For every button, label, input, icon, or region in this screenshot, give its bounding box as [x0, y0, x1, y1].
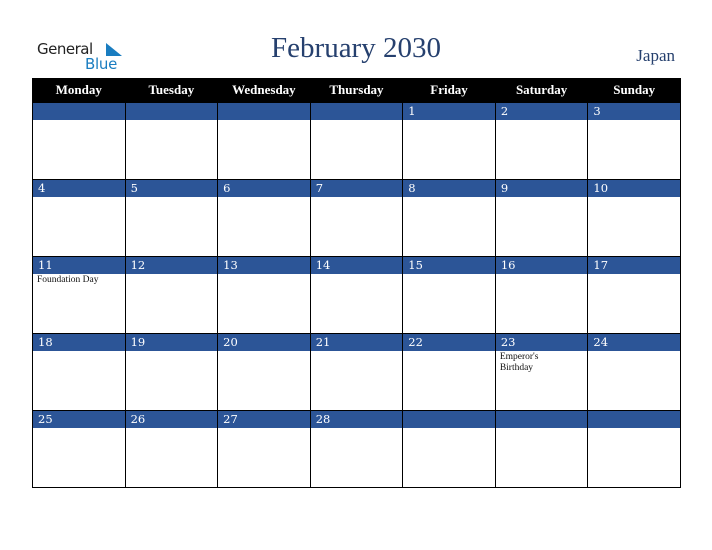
- day-cell[interactable]: 20: [217, 333, 311, 411]
- day-number: 12: [125, 257, 218, 274]
- day-cell[interactable]: 16: [494, 256, 589, 334]
- day-cell[interactable]: 11 Foundation Day: [32, 256, 126, 334]
- day-cell[interactable]: 8: [402, 179, 496, 257]
- day-cell[interactable]: 24: [587, 333, 681, 411]
- week-row: 18 19 20 21 22 23 Emperor's Birthday 24: [32, 333, 681, 411]
- day-number: 20: [218, 334, 310, 351]
- day-number: 5: [125, 180, 218, 197]
- holiday-label: Emperor's Birthday: [499, 352, 539, 373]
- day-cell[interactable]: [494, 410, 589, 488]
- day-cell[interactable]: [32, 102, 126, 180]
- day-number: 3: [588, 103, 680, 120]
- day-number: 24: [588, 334, 680, 351]
- day-number: [310, 103, 403, 120]
- day-cell[interactable]: [124, 102, 219, 180]
- day-number: [125, 103, 218, 120]
- weekday-header-monday: Monday: [32, 78, 126, 103]
- day-number: 27: [218, 411, 310, 428]
- day-cell[interactable]: 14: [309, 256, 404, 334]
- day-cell[interactable]: 9: [494, 179, 589, 257]
- weekday-header-wednesday: Wednesday: [217, 78, 311, 103]
- day-number: 19: [125, 334, 218, 351]
- day-cell[interactable]: 22: [402, 333, 496, 411]
- day-number: 26: [125, 411, 218, 428]
- day-cell[interactable]: 28: [309, 410, 404, 488]
- day-cell[interactable]: 25: [32, 410, 126, 488]
- weekday-header-row: Monday Tuesday Wednesday Thursday Friday Satu…: [32, 78, 681, 103]
- week-row: 25 26 27 28: [32, 410, 681, 488]
- day-number: [403, 411, 495, 428]
- day-cell[interactable]: 18: [32, 333, 126, 411]
- day-number: 22: [403, 334, 495, 351]
- day-cell[interactable]: 5: [124, 179, 219, 257]
- day-cell[interactable]: 2: [494, 102, 589, 180]
- day-number: 2: [495, 103, 588, 120]
- day-number: 17: [588, 257, 680, 274]
- day-number: 7: [310, 180, 403, 197]
- day-number: 23: [495, 334, 588, 351]
- day-number: 11: [33, 257, 125, 274]
- day-number: 14: [310, 257, 403, 274]
- day-cell[interactable]: 1: [402, 102, 496, 180]
- day-cell[interactable]: [309, 102, 404, 180]
- day-number: 1: [403, 103, 495, 120]
- day-number: 15: [403, 257, 495, 274]
- week-row: 123: [32, 102, 681, 180]
- calendar-grid: Monday Tuesday Wednesday Thursday Friday Satu…: [32, 78, 681, 488]
- day-cell[interactable]: 3: [587, 102, 681, 180]
- day-number: 9: [495, 180, 588, 197]
- day-number: 8: [403, 180, 495, 197]
- day-cell[interactable]: 6: [217, 179, 311, 257]
- day-cell[interactable]: [402, 410, 496, 488]
- day-cell[interactable]: 12: [124, 256, 219, 334]
- day-cell[interactable]: 4: [32, 179, 126, 257]
- day-cell[interactable]: 23 Emperor's Birthday: [494, 333, 589, 411]
- day-number: [218, 103, 310, 120]
- day-number: 21: [310, 334, 403, 351]
- day-number: [495, 411, 588, 428]
- day-cell[interactable]: 21: [309, 333, 404, 411]
- week-row: 4 5 6 7 8 9 10: [32, 179, 681, 257]
- day-number: 18: [33, 334, 125, 351]
- weekday-header-friday: Friday: [402, 78, 496, 103]
- day-number: [33, 103, 125, 120]
- day-cell[interactable]: 13: [217, 256, 311, 334]
- day-number: 10: [588, 180, 680, 197]
- day-number: [588, 411, 680, 428]
- day-cell[interactable]: [587, 410, 681, 488]
- day-cell[interactable]: 10: [587, 179, 681, 257]
- day-number: 16: [495, 257, 588, 274]
- day-number: 6: [218, 180, 310, 197]
- day-number: 4: [33, 180, 125, 197]
- day-number: 25: [33, 411, 125, 428]
- weekday-header-thursday: Thursday: [309, 78, 404, 103]
- weekday-header-tuesday: Tuesday: [124, 78, 219, 103]
- day-number: 28: [310, 411, 403, 428]
- holiday-label: Foundation Day: [37, 275, 99, 285]
- day-cell[interactable]: 7: [309, 179, 404, 257]
- weekday-header-sunday: Sunday: [587, 78, 681, 103]
- day-number: 13: [218, 257, 310, 274]
- day-cell[interactable]: 19: [124, 333, 219, 411]
- weekday-header-saturday: Saturday: [494, 78, 589, 103]
- day-cell[interactable]: 26: [124, 410, 219, 488]
- country-label: Japan: [636, 46, 675, 65]
- day-cell[interactable]: 27: [217, 410, 311, 488]
- day-cell[interactable]: 15: [402, 256, 496, 334]
- day-cell[interactable]: [217, 102, 311, 180]
- page-title: February 2030: [271, 32, 441, 64]
- day-cell[interactable]: 17: [587, 256, 681, 334]
- week-row: 11 Foundation Day 12 13 14 15 16 17: [32, 256, 681, 334]
